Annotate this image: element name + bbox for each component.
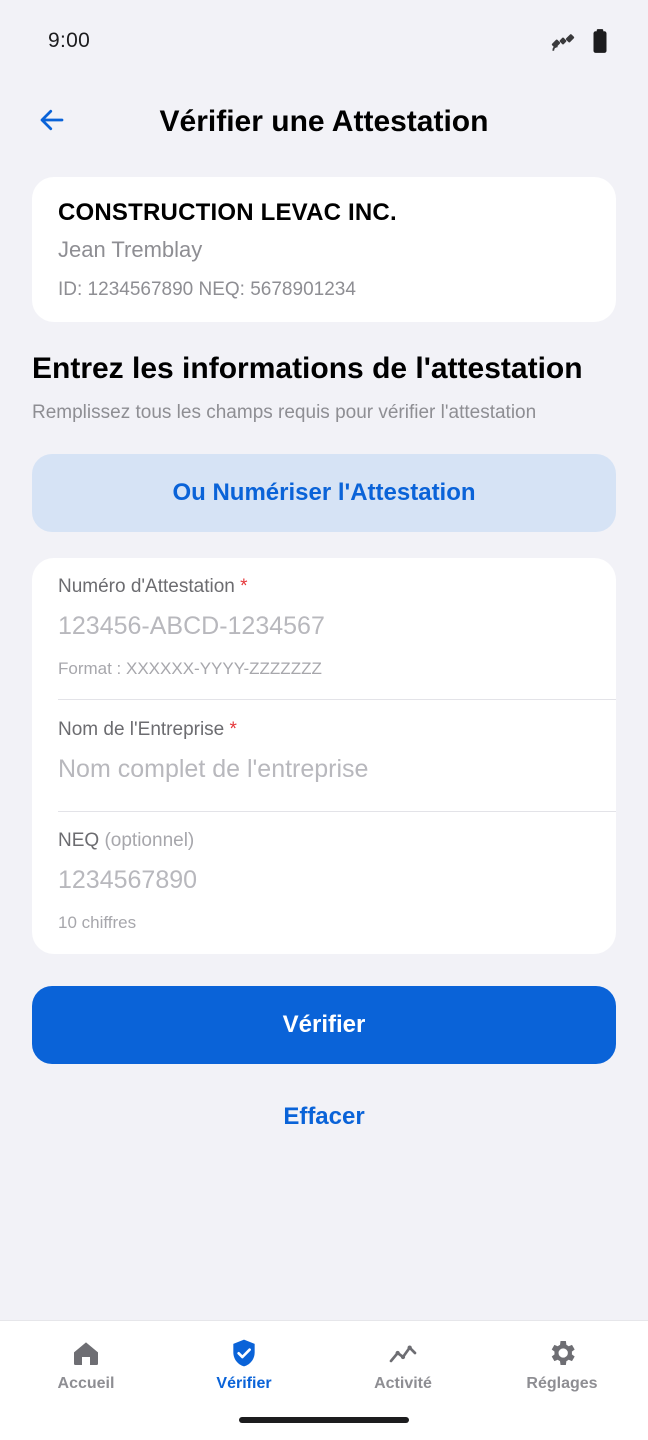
profile-card: CONSTRUCTION LEVAC INC. Jean Tremblay ID… (32, 177, 616, 322)
attestation-form: Numéro d'Attestation * Format : XXXXXX-Y… (32, 558, 616, 954)
tab-settings[interactable]: Réglages (482, 1337, 642, 1401)
form-divider (58, 811, 616, 812)
status-bar: 9:00 (0, 0, 648, 82)
profile-ids: ID: 1234567890 NEQ: 5678901234 (58, 279, 356, 300)
satellite-icon (550, 28, 576, 54)
company-name-field: Nom de l'Entreprise * (58, 719, 616, 784)
tab-verify-label: Vérifier (216, 1375, 272, 1392)
tab-activity[interactable]: Activité (323, 1337, 483, 1401)
scan-attestation-button[interactable]: Ou Numériser l'Attestation (32, 454, 616, 532)
clear-button[interactable]: Effacer (224, 1090, 424, 1144)
attestation-number-label-text: Numéro d'Attestation (58, 576, 235, 597)
neq-input[interactable] (58, 866, 578, 895)
tab-activity-label: Activité (374, 1375, 432, 1392)
home-icon (70, 1337, 102, 1369)
tab-home[interactable]: Accueil (6, 1337, 166, 1401)
section-title: Entrez les informations de l'attestation (32, 352, 583, 385)
attestation-number-input[interactable] (58, 612, 578, 641)
profile-company-name: CONSTRUCTION LEVAC INC. (58, 199, 397, 226)
company-name-input[interactable] (58, 755, 578, 784)
status-icons (550, 28, 608, 54)
battery-icon (592, 28, 608, 54)
tab-home-label: Accueil (57, 1375, 115, 1392)
gear-icon (546, 1337, 578, 1369)
form-divider (58, 699, 616, 700)
section-subtitle: Remplissez tous les champs requis pour v… (32, 402, 537, 423)
back-button[interactable] (28, 98, 76, 146)
attestation-number-field: Numéro d'Attestation * Format : XXXXXX-Y… (58, 576, 616, 679)
activity-chart-icon (387, 1337, 419, 1369)
company-name-label-text: Nom de l'Entreprise (58, 719, 225, 740)
neq-field: NEQ (optionnel) 10 chiffres (58, 830, 616, 933)
attestation-number-hint: Format : XXXXXX-YYYY-ZZZZZZZ (58, 659, 322, 678)
page-title: Vérifier une Attestation (159, 105, 489, 138)
home-indicator (239, 1417, 409, 1423)
neq-label: NEQ (optionnel) (58, 830, 616, 852)
attestation-number-label: Numéro d'Attestation * (58, 576, 616, 598)
status-time: 9:00 (48, 29, 91, 52)
tab-settings-label: Réglages (526, 1375, 598, 1392)
verify-button[interactable]: Vérifier (32, 986, 616, 1064)
arrow-left-icon (37, 105, 67, 140)
profile-person-name: Jean Tremblay (58, 237, 203, 262)
neq-label-text: NEQ (58, 830, 100, 851)
optional-mark: (optionnel) (104, 830, 195, 851)
shield-check-icon (228, 1337, 260, 1369)
neq-hint: 10 chiffres (58, 913, 137, 932)
company-name-label: Nom de l'Entreprise * (58, 719, 616, 741)
tab-verify[interactable]: Vérifier (164, 1337, 324, 1401)
required-mark: * (240, 576, 248, 597)
required-mark: * (229, 719, 237, 740)
header: Vérifier une Attestation (0, 90, 648, 154)
